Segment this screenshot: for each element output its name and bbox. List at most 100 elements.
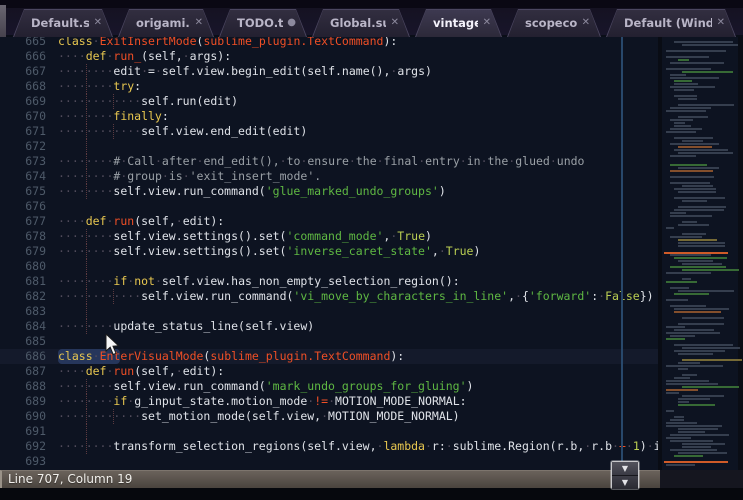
- minimap-line: [674, 197, 725, 199]
- code-line[interactable]: ········self.view.settings().set('comman…: [58, 229, 432, 244]
- tab-default-wind[interactable]: Default (Wind✕: [606, 9, 736, 37]
- code-line[interactable]: ········finally:: [58, 109, 169, 124]
- minimap-line: [674, 89, 694, 91]
- minimap-line: [670, 176, 714, 178]
- scrollbar-track[interactable]: [738, 37, 743, 470]
- minimap-line: [678, 404, 715, 406]
- minimap-line: [666, 383, 718, 385]
- window-edge: [0, 5, 6, 37]
- tab-close-icon[interactable]: ✕: [717, 9, 725, 37]
- minimap-line: [678, 224, 709, 226]
- code-line[interactable]: ············self.view.run_command('vi_mo…: [58, 289, 654, 304]
- gutter-line-number: 670: [0, 109, 46, 124]
- code-line[interactable]: ············set_motion_mode(self.view,·M…: [58, 409, 460, 424]
- minimap-line: [670, 155, 696, 157]
- tab-close-icon[interactable]: ✕: [391, 9, 399, 37]
- minimap-line: [674, 149, 728, 151]
- tab-global-sublime[interactable]: Global.sublime✕: [312, 9, 410, 37]
- minimap-line: [678, 191, 716, 193]
- tab-label: Global.sublime: [330, 9, 386, 37]
- minimap[interactable]: [658, 37, 743, 470]
- minimap-line: [674, 83, 698, 85]
- editor[interactable]: 665 class·ExitInsertMode(sublime_plugin.T…: [0, 37, 658, 470]
- minimap-line: [666, 131, 696, 133]
- code-line[interactable]: ········edit·=·self.view.begin_edit(self…: [58, 64, 432, 79]
- minimap-line: [674, 95, 697, 97]
- code-line[interactable]: ········self.view.settings().set('invers…: [58, 244, 480, 259]
- gutter-line-number: 674: [0, 169, 46, 184]
- tab-close-icon[interactable]: ✕: [195, 9, 203, 37]
- tab-label: vintage.py: [433, 9, 478, 37]
- minimap-line: [666, 365, 723, 367]
- gutter-line-number: 676: [0, 199, 46, 214]
- code-line[interactable]: ····def·run(self,·edit):: [58, 364, 224, 379]
- status-caret-position: Line 707, Column 19: [8, 471, 132, 488]
- code-line[interactable]: ········if·g_input_state.motion_mode·!=·…: [58, 394, 467, 409]
- stepper-icon-top[interactable]: ▼: [612, 462, 638, 476]
- minimap-line: [678, 362, 700, 364]
- tab-close-icon[interactable]: ✕: [483, 9, 491, 37]
- minimap-line: [666, 422, 697, 424]
- tab-label: scopecommand: [525, 9, 577, 37]
- tab-close-icon[interactable]: ✕: [582, 9, 590, 37]
- minimap-line: [678, 398, 710, 400]
- minimap-line: [670, 254, 711, 256]
- gutter-line-number: 667: [0, 64, 46, 79]
- minimap-line: [670, 449, 717, 451]
- minimap-line: [674, 329, 714, 331]
- code-line[interactable]: ········transform_selection_regions(self…: [58, 439, 658, 454]
- code-line[interactable]: ········self.view.run_command('glue_mark…: [58, 184, 446, 199]
- indent-guide: [86, 259, 87, 274]
- stepper-icon-bottom[interactable]: ▼: [612, 476, 638, 489]
- gutter-line-number: 666: [0, 49, 46, 64]
- minimap-line: [670, 164, 707, 166]
- code-line[interactable]: ············self.view.end_edit(edit): [58, 124, 307, 139]
- minimap-line: [682, 386, 739, 388]
- code-line[interactable]: ············self.run(edit): [58, 94, 238, 109]
- code-line[interactable]: class·ExitInsertMode(sublime_plugin.Text…: [58, 37, 397, 49]
- minimap-line: [674, 308, 729, 310]
- minimap-line: [666, 56, 709, 58]
- minimap-line: [674, 188, 716, 190]
- minimap-line: [670, 128, 702, 130]
- tab-scopecommand[interactable]: scopecommand✕: [507, 9, 601, 37]
- code-line[interactable]: ········update_status_line(self.view): [58, 319, 314, 334]
- scrollbar-stepper-buttons[interactable]: ▼ ▼: [611, 461, 639, 489]
- minimap-line: [666, 338, 685, 340]
- code-line[interactable]: ····def·run_(self,·args):: [58, 49, 231, 64]
- minimap-line: [678, 167, 719, 169]
- window-bottom-edge: [0, 488, 743, 500]
- code-line[interactable]: ········self.view.run_command('mark_undo…: [58, 379, 473, 394]
- code-line[interactable]: ········#·Call·after·end_edit(),·to·ensu…: [58, 154, 584, 169]
- gutter-line-number: 693: [0, 454, 46, 469]
- minimap-line: [670, 62, 724, 64]
- minimap-line: [666, 332, 720, 334]
- tab-close-icon[interactable]: ✕: [94, 9, 102, 37]
- minimap-line: [666, 392, 679, 394]
- minimap-line: [682, 374, 697, 376]
- minimap-line: [674, 293, 709, 295]
- tab-default-sublim[interactable]: Default.sublim✕: [13, 9, 113, 37]
- gutter-line-number: 665: [0, 37, 46, 49]
- minimap-line: [678, 239, 717, 241]
- tab-origami-py[interactable]: origami.py✕: [118, 9, 214, 37]
- minimap-line: [666, 299, 688, 301]
- code-line[interactable]: ········if·not·self.view.has_non_empty_s…: [58, 274, 460, 289]
- minimap-line: [670, 182, 710, 184]
- minimap-line: [670, 335, 695, 337]
- code-line[interactable]: ····def·run(self,·edit):: [58, 214, 224, 229]
- tab-label: origami.py: [136, 9, 190, 37]
- indent-guide: [86, 304, 87, 319]
- gutter-line-number: 682: [0, 289, 46, 304]
- code-line[interactable]: ········#·group·is·'exit_insert_mode'.: [58, 169, 321, 184]
- indent-guide: [86, 424, 87, 439]
- minimap-line: [670, 266, 726, 268]
- tab-todo-txt[interactable]: TODO.txt●: [219, 9, 307, 37]
- tab-vintage-py[interactable]: vintage.py✕: [415, 9, 502, 37]
- code-line[interactable]: ········try:: [58, 79, 141, 94]
- sublime-text-window: 665 class·ExitInsertMode(sublime_plugin.T…: [0, 0, 743, 500]
- minimap-line: [666, 272, 711, 274]
- minimap-line: [674, 455, 703, 457]
- minimap-line: [678, 116, 708, 118]
- minimap-line: [666, 437, 691, 439]
